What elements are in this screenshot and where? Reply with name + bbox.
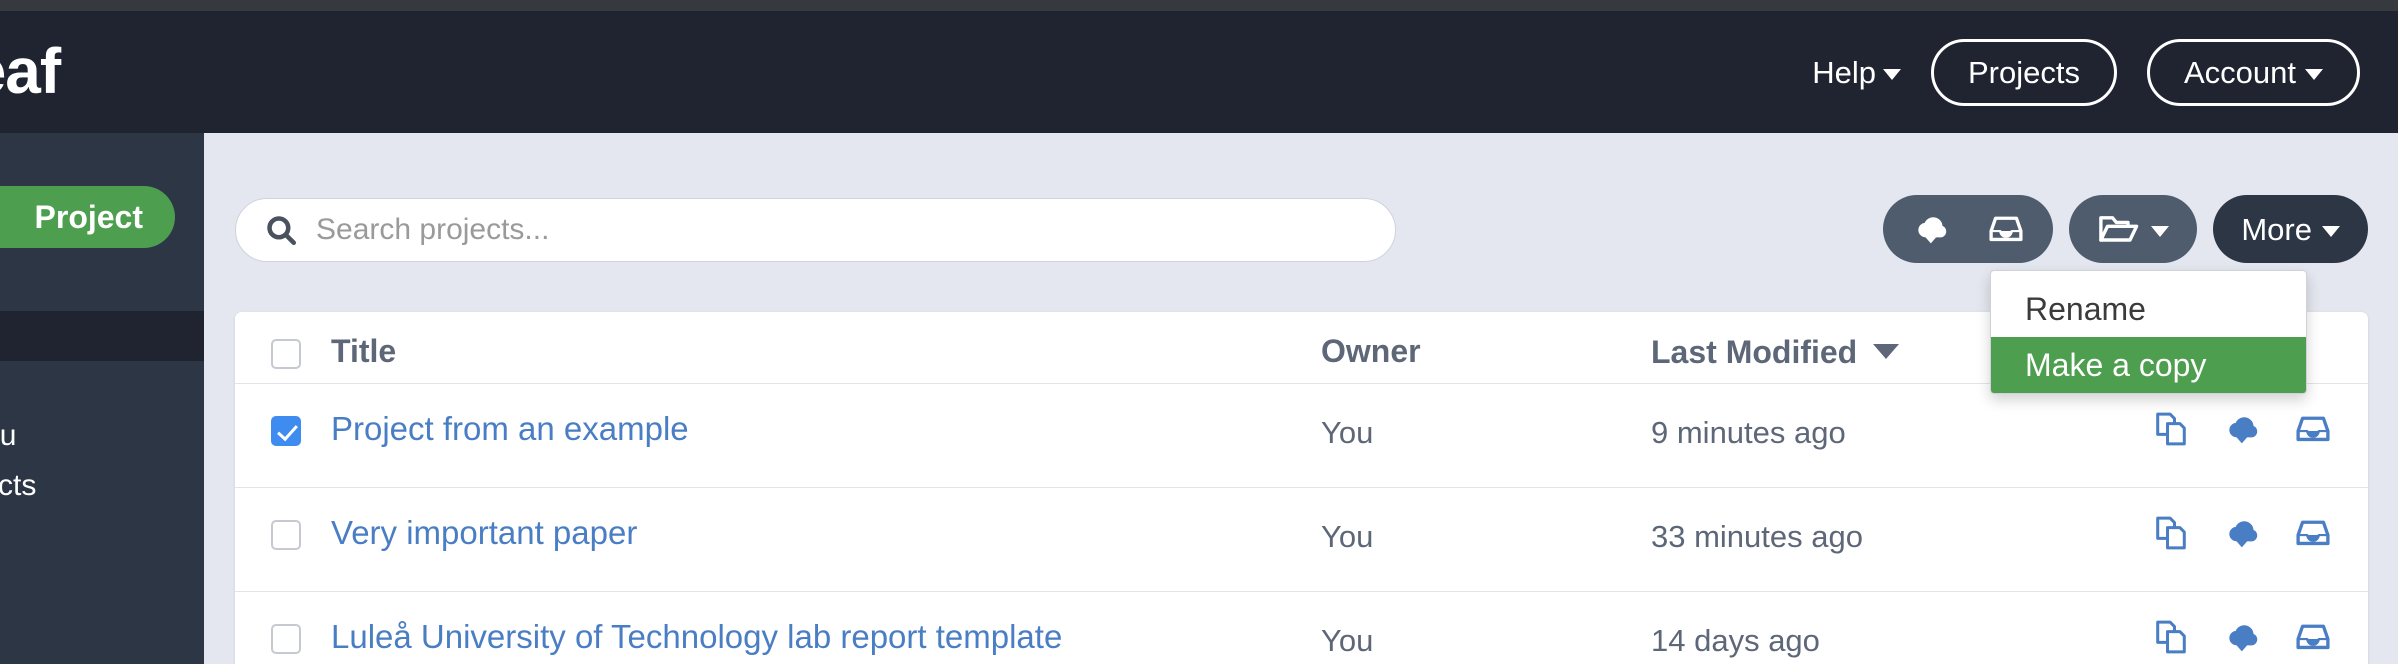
download-button[interactable] [1911,212,1951,246]
sidebar-item-all-projects[interactable]: cts [0,311,204,361]
new-project-button[interactable]: Project [0,186,175,248]
chevron-down-icon [2151,225,2170,237]
download-cloud-icon[interactable] [2222,516,2262,550]
chevron-down-icon [1883,68,1901,80]
download-cloud-icon[interactable] [2222,620,2262,654]
row-title-wrap: Luleå University of Technology lab repor… [331,620,1062,664]
more-button-label: More [2241,211,2312,247]
nav-account-menu[interactable]: Account [2146,38,2360,106]
search-icon [264,213,298,247]
row-cell-owner: You [1321,623,1374,658]
row-cell-actions [2051,488,2332,552]
sidebar-item-label: ith you [0,419,17,452]
nav-help-label: Help [1812,54,1876,90]
row-checkbox[interactable] [271,624,301,654]
more-button-inner[interactable]: More [2241,214,2340,245]
dropdown-item-make-a-copy[interactable]: Make a copy [1991,337,2306,393]
search-input[interactable]: Search projects... [235,198,1396,262]
folder-dropdown-button[interactable] [2069,195,2198,263]
dropdown-item-label: Rename [2025,290,2146,327]
projects-toolbar: More [1883,195,2368,263]
copy-icon[interactable] [2152,514,2190,552]
row-cell-owner: You [1321,519,1374,554]
column-header-title[interactable]: Title [331,335,396,367]
download-cloud-icon [1911,212,1951,246]
inbox-tray-icon[interactable] [2294,621,2332,653]
archive-button[interactable] [1987,213,2025,245]
row-checkbox[interactable] [271,416,301,446]
chevron-down-icon [2305,68,2323,80]
row-cell-title: Project from an example [271,384,1321,446]
download-cloud-icon[interactable] [2222,412,2262,446]
table-row: Project from an example You 9 minutes ag… [235,384,2368,488]
row-cell-last-modified: 9 minutes ago [1651,415,1846,450]
folder-actions-dropdown-menu: Rename Make a copy [1990,270,2307,394]
toolbar-download-archive-group [1883,195,2054,263]
folder-open-icon [2097,212,2141,246]
header-cell-owner: Owner [1321,334,1651,370]
sidebar-nav-list: cts ects ith you Projects cts [0,311,204,561]
inbox-tray-icon[interactable] [2294,517,2332,549]
column-header-owner[interactable]: Owner [1321,333,1421,369]
new-project-label: Project [34,198,143,235]
search-placeholder: Search projects... [316,213,550,246]
chevron-down-icon [2322,225,2340,237]
dropdown-item-rename[interactable]: Rename [1991,281,2306,337]
more-dropdown-button[interactable]: More [2213,195,2368,263]
row-checkbox[interactable] [271,520,301,550]
inbox-tray-icon [1987,213,2025,245]
sidebar-item-your-projects[interactable]: ects [0,361,204,411]
nav-account-label: Account [2183,54,2296,90]
row-title-wrap: Project from an example [331,412,689,445]
inbox-tray-icon[interactable] [2294,413,2332,445]
sidebar-item-trashed-projects[interactable]: cts [0,511,204,561]
nav-projects-label: Projects [1968,54,2080,90]
nav-help-menu[interactable]: Help [1812,57,1901,88]
row-cell-title: Very important paper [271,488,1321,550]
navbar-right-group: Help Projects Account [1812,11,2360,133]
overleaf-projects-page: rleaf Help Projects Account Project cts [0,0,2398,664]
sidebar-item-label: Projects [0,469,37,502]
sidebar-item-shared-with-you[interactable]: ith you [0,411,204,461]
dropdown-item-label: Make a copy [2025,346,2207,383]
browser-chrome-strip [0,0,2398,11]
column-header-last-modified[interactable]: Last Modified [1651,336,1857,368]
row-cell-actions [2051,592,2332,656]
project-title-link[interactable]: Luleå University of Technology lab repor… [331,620,1062,653]
row-cell-owner: You [1321,415,1374,450]
copy-icon[interactable] [2152,410,2190,448]
sidebar: Project cts ects ith you Projects cts [0,133,204,664]
row-title-wrap: Very important paper [331,516,637,549]
top-navbar: rleaf Help Projects Account [0,11,2398,133]
sort-descending-icon[interactable] [1873,344,1900,359]
copy-icon[interactable] [2152,618,2190,656]
row-cell-last-modified: 33 minutes ago [1651,519,1863,554]
row-cell-last-modified: 14 days ago [1651,623,1820,658]
project-title-link[interactable]: Project from an example [331,412,689,445]
main-content: Search projects... More Rename Make a co… [204,133,2398,664]
select-all-checkbox[interactable] [271,338,301,369]
row-cell-title: Luleå University of Technology lab repor… [271,592,1321,664]
overleaf-logo[interactable]: rleaf [0,39,61,103]
nav-projects-button[interactable]: Projects [1931,38,2117,106]
table-row: Luleå University of Technology lab repor… [235,592,2368,664]
folder-open-button[interactable] [2097,212,2170,246]
sidebar-item-archived-projects[interactable]: Projects [0,461,204,511]
header-cell-title: Title [271,335,1321,369]
project-title-link[interactable]: Very important paper [331,516,637,549]
table-row: Very important paper You 33 minutes ago [235,488,2368,592]
